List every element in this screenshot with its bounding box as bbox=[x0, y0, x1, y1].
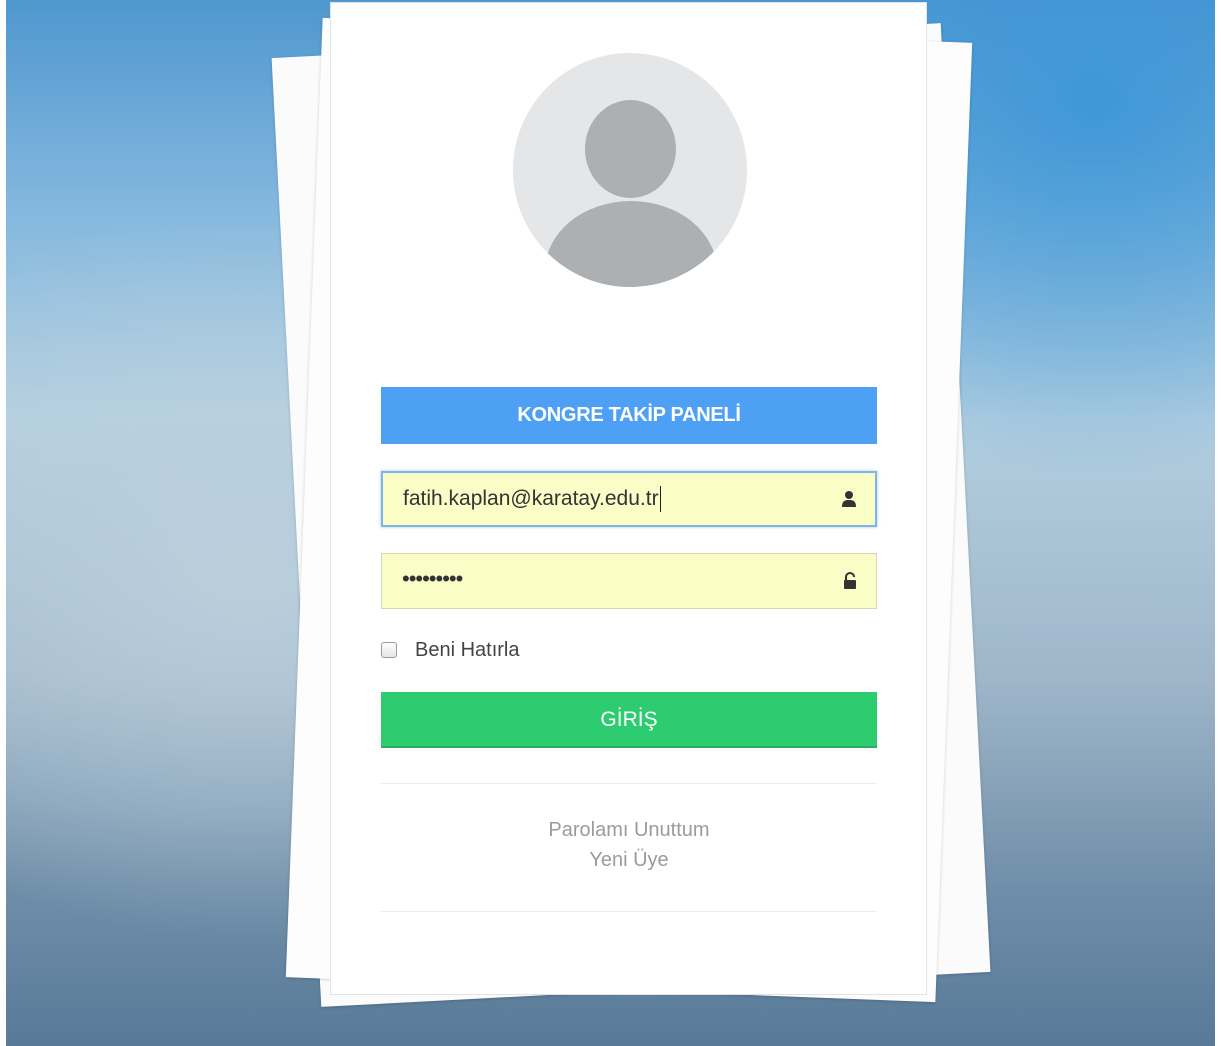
avatar-head bbox=[585, 100, 676, 198]
password-value: ••••••••• bbox=[402, 566, 463, 591]
remember-me-label[interactable]: Beni Hatırla bbox=[415, 639, 520, 662]
login-card: KONGRE TAKİP PANELİ fatih.kaplan@karatay… bbox=[330, 2, 927, 995]
divider bbox=[381, 911, 877, 912]
avatar-placeholder-icon bbox=[513, 53, 747, 287]
forgot-password-link[interactable]: Parolamı Unuttum bbox=[381, 819, 877, 842]
unlock-icon bbox=[844, 572, 856, 589]
divider bbox=[381, 783, 877, 784]
email-field[interactable]: fatih.kaplan@karatay.edu.tr bbox=[381, 471, 877, 527]
avatar-shoulders bbox=[545, 201, 717, 287]
email-value: fatih.kaplan@karatay.edu.tr bbox=[403, 473, 661, 525]
password-field[interactable]: ••••••••• bbox=[381, 553, 877, 609]
new-member-link[interactable]: Yeni Üye bbox=[381, 849, 877, 872]
user-icon bbox=[842, 491, 856, 507]
remember-me-checkbox[interactable] bbox=[381, 642, 397, 658]
panel-title: KONGRE TAKİP PANELİ bbox=[381, 387, 877, 444]
login-button[interactable]: GİRİŞ bbox=[381, 692, 877, 748]
text-caret bbox=[659, 486, 661, 513]
